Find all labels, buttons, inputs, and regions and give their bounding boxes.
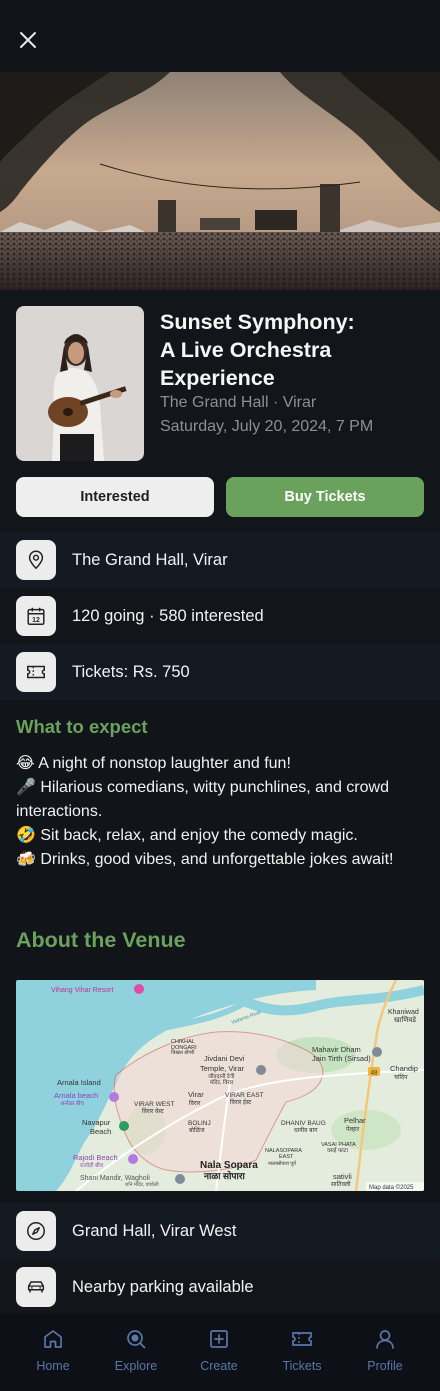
map-label: Virar: [188, 1090, 204, 1099]
nav-create[interactable]: Create: [184, 1313, 254, 1391]
calendar-icon: 12: [16, 596, 56, 636]
map-label: राजोडी बीच: [80, 1162, 104, 1169]
parking-row: Nearby parking available: [0, 1259, 440, 1315]
event-venue: The Grand Hall · Virar: [160, 394, 317, 411]
performer-thumbnail: [16, 306, 144, 461]
location-row[interactable]: The Grand Hall, Virar: [0, 532, 440, 588]
event-date: Saturday, July 20, 2024, 7 PM: [160, 418, 374, 435]
event-title-line: Sunset Symphony:: [160, 310, 355, 334]
car-icon: [16, 1267, 56, 1307]
nav-label: Profile: [367, 1359, 403, 1373]
explore-icon: [127, 1330, 146, 1349]
map-label: विरार: [189, 1099, 201, 1107]
map-label: Jain Tirth (Sirsad): [312, 1054, 371, 1063]
tickets-price-text: Tickets: Rs. 750: [72, 663, 190, 681]
compass-icon: [16, 1211, 56, 1251]
location-text: The Grand Hall, Virar: [72, 551, 228, 569]
map-label: Chandip: [390, 1064, 418, 1073]
expect-item: 🤣 Sit back, relax, and enjoy the comedy …: [16, 827, 358, 844]
map-label: BOLINJ: [188, 1120, 211, 1127]
event-title-line: Experience: [160, 366, 275, 390]
venue-address-text: Grand Hall, Virar West: [72, 1222, 237, 1240]
nav-tickets[interactable]: Tickets: [267, 1313, 337, 1391]
map-label: sativli: [333, 1172, 352, 1181]
close-icon: [20, 32, 36, 48]
map-label: चिखल डोंगरी: [171, 1049, 195, 1056]
map-label: वसई फाटा: [327, 1147, 348, 1154]
map-label: नालासोपारा पूर्व: [268, 1160, 297, 1167]
parking-text: Nearby parking available: [72, 1278, 254, 1296]
map-label: Khaniwad: [388, 1009, 419, 1016]
nav-label: Create: [200, 1359, 238, 1373]
map-attribution: Map data ©2025: [369, 1184, 414, 1191]
map-label: खाणिवडे: [394, 1015, 416, 1024]
map-label: Arnala Island: [57, 1078, 101, 1087]
nav-label: Tickets: [282, 1359, 322, 1373]
what-to-expect-heading: What to expect: [16, 716, 148, 737]
map-label: बोळिंज: [189, 1126, 205, 1134]
map-label: EAST: [279, 1154, 294, 1160]
map-label: Shani Mandir, Wagholi: [80, 1175, 150, 1182]
home-icon: [44, 1330, 62, 1348]
map-label: पेल्हार: [346, 1125, 360, 1133]
map-label: धानीव बाग: [294, 1126, 318, 1134]
nav-label: Home: [36, 1359, 70, 1373]
expect-item: 🍻 Drinks, good vibes, and unforgettable …: [16, 851, 394, 868]
map-label: DHANIV BAUG: [281, 1120, 326, 1127]
map-label: जीवदानी देवी: [208, 1073, 235, 1080]
map-label: Vihang Vihar Resort: [51, 987, 113, 994]
map-label: Nala Sopara: [200, 1160, 258, 1171]
map-label: चांदिप: [394, 1073, 408, 1081]
venue-map[interactable]: 48 Vihang Vihar Resort Khaniwad खाणिवडे …: [16, 980, 424, 1191]
map-label: मंदिर, विरार: [210, 1079, 234, 1086]
map-label: अर्नाळा बीच: [60, 1100, 84, 1107]
event-header: Sunset Symphony: A Live Orchestra Experi…: [0, 290, 440, 476]
map-label: Temple, Virar: [200, 1064, 245, 1073]
about-venue-heading: About the Venue: [16, 928, 186, 952]
map-label: VIRAR WEST: [134, 1101, 174, 1108]
event-title-line: A Live Orchestra: [160, 338, 332, 362]
buy-tickets-button[interactable]: Buy Tickets: [226, 477, 424, 517]
nav-home[interactable]: Home: [18, 1313, 88, 1391]
map-label: नाळा सोपारा: [203, 1170, 246, 1181]
venue-address-row[interactable]: Grand Hall, Virar West: [0, 1203, 440, 1259]
map-label: Mahavir Dham: [312, 1045, 361, 1054]
nav-label: Explore: [114, 1359, 158, 1373]
calendar-day: 12: [32, 617, 40, 624]
map-label: Rajodi Beach: [73, 1153, 118, 1162]
map-label: Arnala beach: [54, 1091, 98, 1100]
create-icon: [210, 1330, 228, 1348]
profile-icon: [376, 1330, 394, 1349]
event-title: Sunset Symphony: A Live Orchestra Experi…: [160, 308, 420, 392]
map-label: सातिवली: [331, 1180, 351, 1188]
close-button[interactable]: [16, 28, 40, 52]
map-label: Beach: [90, 1127, 111, 1136]
nav-explore[interactable]: Explore: [101, 1313, 171, 1391]
map-highway-label: 48: [371, 1071, 378, 1077]
expect-item: 😂 A night of nonstop laughter and fun!: [16, 755, 291, 772]
hero-image: [0, 72, 440, 290]
top-bar: [0, 0, 440, 72]
map-label: Navapur: [82, 1118, 111, 1127]
bottom-navigation: Home Explore Create Tickets Profile: [0, 1313, 440, 1391]
what-to-expect-list: 😂 A night of nonstop laughter and fun! 🎤…: [16, 752, 416, 872]
map-label: Jivdani Devi: [204, 1054, 245, 1063]
action-buttons: Interested Buy Tickets: [0, 476, 440, 532]
map-label: Pelhar: [344, 1116, 366, 1125]
tickets-icon: [292, 1332, 312, 1346]
attendance-text: 120 going · 580 interested: [72, 607, 264, 625]
location-pin-icon: [16, 540, 56, 580]
interested-button[interactable]: Interested: [16, 477, 214, 517]
map-label: विरार ईस्ट: [230, 1098, 252, 1106]
tickets-row[interactable]: Tickets: Rs. 750: [0, 644, 440, 700]
nav-profile[interactable]: Profile: [350, 1313, 420, 1391]
attendance-row: 12 120 going · 580 interested: [0, 588, 440, 644]
map-label: विरार वेस्ट: [142, 1107, 165, 1115]
expect-item: 🎤 Hilarious comedians, witty punchlines,…: [16, 779, 389, 820]
map-label: VIRAR EAST: [225, 1092, 264, 1099]
map-label: शनि मंदिर, वाघोली: [125, 1181, 159, 1188]
ticket-icon: [16, 652, 56, 692]
